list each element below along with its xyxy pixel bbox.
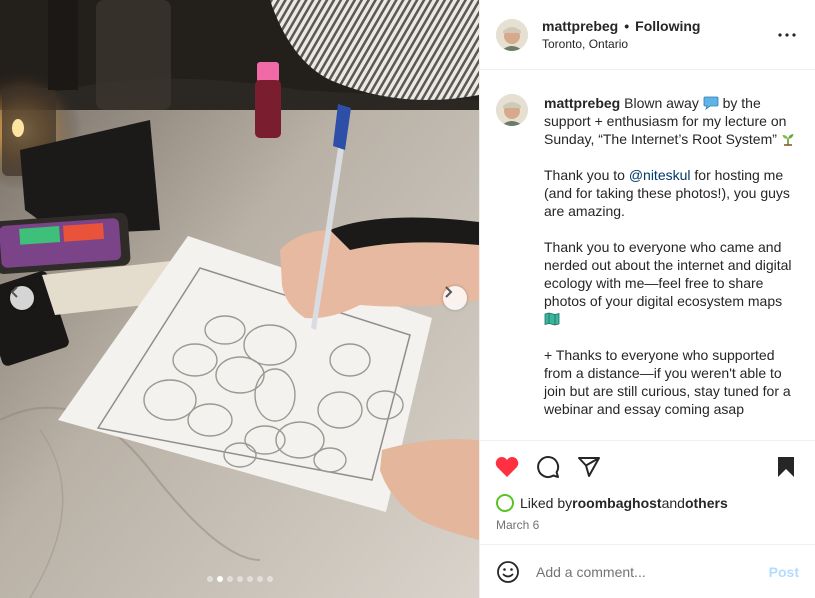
smiley-icon[interactable] xyxy=(496,560,520,584)
previous-slide-button[interactable] xyxy=(10,286,34,310)
action-bar xyxy=(480,440,815,492)
avatar[interactable] xyxy=(496,18,528,51)
comment-box: Post xyxy=(480,544,815,598)
likes-summary: Liked by roombaghost and others xyxy=(496,494,728,512)
caption: mattprebeg Blown away by the support + e… xyxy=(480,70,815,440)
post-dialog: mattprebeg • Following Toronto, Ontario xyxy=(0,0,815,598)
slide-dot xyxy=(256,576,263,582)
ellipsis-icon xyxy=(778,32,796,37)
following-button[interactable]: Following xyxy=(635,18,700,34)
caption-line1-a: Blown away xyxy=(624,95,703,111)
caption-p4: + Thanks to everyone who supported from … xyxy=(544,347,791,417)
mention-link[interactable]: @niteskul xyxy=(629,167,691,183)
caption-username[interactable]: mattprebeg xyxy=(544,95,620,111)
like-button[interactable] xyxy=(494,454,520,480)
seedling-emoji-icon xyxy=(782,134,794,146)
more-options-button[interactable] xyxy=(775,23,799,47)
likes-middle: and xyxy=(661,495,685,511)
location-link[interactable]: Toronto, Ontario xyxy=(542,37,775,51)
chevron-right-icon xyxy=(445,286,453,298)
slide-dot xyxy=(206,576,213,582)
heart-filled-icon xyxy=(495,456,519,477)
comment-input[interactable] xyxy=(534,562,769,581)
post-media[interactable] xyxy=(0,0,479,598)
likes-prefix: Liked by xyxy=(520,495,573,511)
post-comment-button[interactable]: Post xyxy=(769,564,799,580)
separator-dot: • xyxy=(624,18,630,34)
post-photo xyxy=(0,0,479,598)
share-icon xyxy=(578,456,600,477)
liker-username-link[interactable]: roombaghost xyxy=(572,495,661,511)
slide-dot xyxy=(266,576,273,582)
caption-p3: Thank you to everyone who came and nerde… xyxy=(544,239,792,309)
next-slide-button[interactable] xyxy=(443,286,467,310)
caption-p2-a: Thank you to xyxy=(544,167,629,183)
slide-dot xyxy=(246,576,253,582)
liker-avatar[interactable] xyxy=(496,494,514,512)
speech-bubble-emoji-icon xyxy=(703,96,719,110)
slide-dot xyxy=(226,576,233,582)
chevron-left-icon xyxy=(10,286,18,298)
username-link[interactable]: mattprebeg xyxy=(542,18,618,34)
slide-dot-active xyxy=(216,576,223,582)
bookmark-filled-icon xyxy=(778,456,794,477)
likes-others-link[interactable]: others xyxy=(685,495,728,511)
caption-text: mattprebeg Blown away by the support + e… xyxy=(544,94,799,440)
share-button[interactable] xyxy=(576,454,602,480)
post-header: mattprebeg • Following Toronto, Ontario xyxy=(480,0,815,70)
slide-dot xyxy=(236,576,243,582)
comment-button[interactable] xyxy=(535,454,561,480)
save-button[interactable] xyxy=(773,454,799,480)
caption-avatar[interactable] xyxy=(496,94,528,126)
comment-icon xyxy=(537,455,560,478)
post-date[interactable]: March 6 xyxy=(496,518,539,532)
map-emoji-icon xyxy=(544,312,560,326)
avatar-image xyxy=(496,18,528,51)
avatar-image xyxy=(496,94,528,126)
post-side-panel: mattprebeg • Following Toronto, Ontario xyxy=(479,0,815,598)
slide-indicator xyxy=(0,576,479,582)
